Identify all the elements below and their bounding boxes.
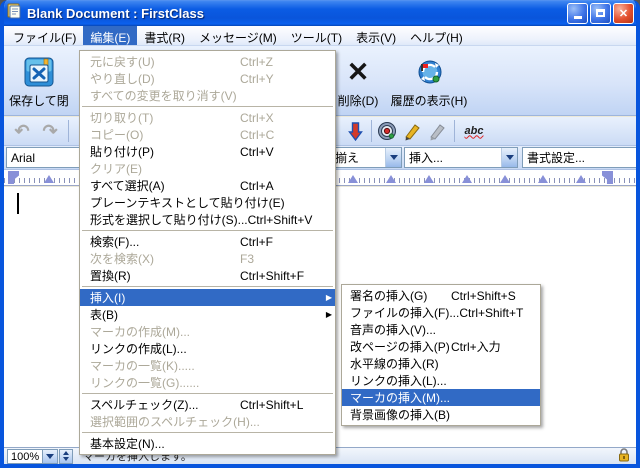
- document-icon: [6, 3, 22, 24]
- zoom-spinner[interactable]: [59, 449, 73, 464]
- menubar-item[interactable]: 書式(R): [137, 26, 192, 45]
- toolbar-separator: [454, 120, 455, 142]
- menu-separator: [82, 393, 333, 394]
- delete-button[interactable]: ✕ 削除(D): [332, 52, 384, 109]
- menu-item[interactable]: コピー(O) Ctrl+C: [80, 126, 335, 143]
- titlebar: Blank Document : FirstClass ✕: [0, 0, 640, 26]
- menubar-item[interactable]: ツール(T): [284, 26, 349, 45]
- target-icon[interactable]: [376, 120, 398, 142]
- close-button[interactable]: ✕: [613, 3, 634, 24]
- move-down-icon[interactable]: [344, 120, 366, 142]
- spellcheck-icon[interactable]: abc: [461, 120, 487, 142]
- edit-menu: 元に戻す(U) Ctrl+Z やり直し(D) Ctrl+Y すべての変更を取り消…: [79, 50, 336, 455]
- menu-item[interactable]: 次を検索(X) F3: [80, 250, 335, 267]
- menu-item[interactable]: 切り取り(T) Ctrl+X: [80, 109, 335, 126]
- toolbar-separator: [371, 120, 372, 142]
- menu-item[interactable]: 改ページの挿入(P) Ctrl+入力: [342, 338, 540, 355]
- menu-item[interactable]: ファイルの挿入(F)... Ctrl+Shift+T: [342, 304, 540, 321]
- menubar-item[interactable]: メッセージ(M): [192, 26, 284, 45]
- menu-item[interactable]: マーカの挿入(M)...: [342, 389, 540, 406]
- minimize-button[interactable]: [567, 3, 588, 24]
- tab-stop-marker[interactable]: [386, 175, 396, 183]
- menubar-item[interactable]: ファイル(F): [6, 26, 83, 45]
- history-icon: [413, 52, 445, 92]
- menubar-item[interactable]: 表示(V): [349, 26, 403, 45]
- insert-combo[interactable]: 挿入...: [404, 147, 518, 168]
- redo-icon[interactable]: ↷: [38, 120, 62, 142]
- menu-item[interactable]: 署名の挿入(G) Ctrl+Shift+S: [342, 287, 540, 304]
- menu-item[interactable]: 元に戻す(U) Ctrl+Z: [80, 53, 335, 70]
- tab-stop-marker[interactable]: [462, 175, 472, 183]
- save-close-icon: [22, 52, 56, 92]
- menu-item[interactable]: マーカの作成(M)...: [80, 323, 335, 340]
- style-combo[interactable]: 書式設定...: [522, 147, 640, 168]
- tab-stop-marker[interactable]: [424, 175, 434, 183]
- menu-item[interactable]: 検索(F)... Ctrl+F: [80, 233, 335, 250]
- app-window: Blank Document : FirstClass ✕ ファイル(F) 編集…: [0, 0, 640, 468]
- insert-submenu: 署名の挿入(G) Ctrl+Shift+S ファイルの挿入(F)... Ctrl…: [341, 284, 541, 426]
- submenu-arrow-icon: ▶: [322, 293, 332, 302]
- menu-item[interactable]: クリア(E): [80, 160, 335, 177]
- delete-label: 削除(D): [338, 92, 379, 109]
- history-button[interactable]: 履歴の表示(H): [386, 52, 472, 109]
- maximize-button[interactable]: [590, 3, 611, 24]
- menubar-item[interactable]: ヘルプ(H): [403, 26, 470, 45]
- tab-stop-marker[interactable]: [348, 175, 358, 183]
- window-title: Blank Document : FirstClass: [27, 6, 204, 21]
- menu-item[interactable]: マーカの一覧(K).....: [80, 357, 335, 374]
- chevron-down-icon[interactable]: [501, 148, 517, 167]
- tab-stop-marker[interactable]: [500, 175, 510, 183]
- submenu-arrow-icon: ▶: [322, 310, 332, 319]
- menubar: ファイル(F) 編集(E) 書式(R) メッセージ(M) ツール(T) 表示(V…: [4, 26, 636, 46]
- tab-stop-marker[interactable]: [576, 175, 586, 183]
- undo-icon[interactable]: ↶: [10, 120, 34, 142]
- menu-item[interactable]: プレーンテキストとして貼り付け(E): [80, 194, 335, 211]
- highlight-pen-icon[interactable]: [401, 120, 423, 142]
- chevron-down-icon[interactable]: [43, 449, 58, 464]
- menu-item[interactable]: 表(B) ▶: [80, 306, 335, 323]
- menu-item[interactable]: 水平線の挿入(R): [342, 355, 540, 372]
- menu-item[interactable]: リンクの挿入(L)...: [342, 372, 540, 389]
- menu-item[interactable]: リンクの一覧(G)......: [80, 374, 335, 391]
- menu-item[interactable]: すべて選択(A) Ctrl+A: [80, 177, 335, 194]
- pen-disabled-icon[interactable]: [426, 120, 448, 142]
- menu-item[interactable]: 形式を選択して貼り付け(S)... Ctrl+Shift+V: [80, 211, 335, 228]
- save-and-close-button[interactable]: 保存して閉: [6, 52, 72, 109]
- font-combo-value: Arial: [11, 151, 35, 165]
- menu-item[interactable]: 基本設定(N)...: [80, 435, 335, 452]
- save-close-label: 保存して閉: [9, 92, 69, 109]
- zoom-value: 100%: [7, 449, 43, 464]
- tab-stop-marker[interactable]: [44, 175, 54, 183]
- menu-item[interactable]: 背景画像の挿入(B): [342, 406, 540, 423]
- menu-item[interactable]: 挿入(I) ▶: [80, 289, 335, 306]
- style-combo-value: 書式設定...: [527, 149, 585, 166]
- menu-item[interactable]: すべての変更を取り消す(V): [80, 87, 335, 104]
- tab-stop-marker[interactable]: [538, 175, 548, 183]
- zoom-combo[interactable]: 100%: [7, 449, 73, 464]
- menu-separator: [82, 106, 333, 107]
- text-caret: [17, 193, 19, 214]
- window-controls: ✕: [567, 3, 634, 24]
- menu-item[interactable]: 置換(R) Ctrl+Shift+F: [80, 267, 335, 284]
- history-label: 履歴の表示(H): [391, 92, 468, 109]
- chevron-down-icon[interactable]: [385, 148, 401, 167]
- insert-combo-value: 挿入...: [409, 149, 443, 166]
- align-combo-value: 揃え: [335, 149, 359, 166]
- delete-x-icon: ✕: [347, 52, 370, 92]
- menu-separator: [82, 286, 333, 287]
- menu-item[interactable]: スペルチェック(Z)... Ctrl+Shift+L: [80, 396, 335, 413]
- toolbar-separator: [68, 120, 69, 142]
- menu-item[interactable]: 貼り付け(P) Ctrl+V: [80, 143, 335, 160]
- menu-item[interactable]: 音声の挿入(V)...: [342, 321, 540, 338]
- align-combo[interactable]: 揃え: [330, 147, 402, 168]
- menu-separator: [82, 230, 333, 231]
- menu-item[interactable]: リンクの作成(L)...: [80, 340, 335, 357]
- lock-icon: [618, 448, 630, 465]
- menubar-item[interactable]: 編集(E): [83, 26, 137, 45]
- menu-item[interactable]: やり直し(D) Ctrl+Y: [80, 70, 335, 87]
- menu-separator: [82, 432, 333, 433]
- menu-item[interactable]: 選択範囲のスペルチェック(H)...: [80, 413, 335, 430]
